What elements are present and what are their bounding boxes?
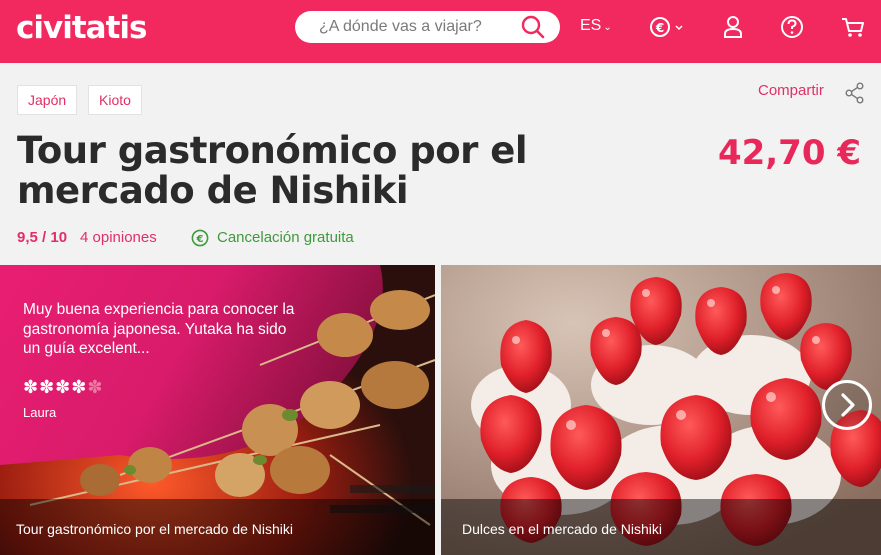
tour-price: 42,70 € bbox=[717, 133, 861, 173]
share-icon[interactable] bbox=[845, 82, 865, 104]
language-selector[interactable]: ES ⌄ bbox=[580, 17, 612, 35]
image-caption: Dulces en el mercado de Nishiki bbox=[462, 521, 662, 537]
svg-text:€: € bbox=[196, 234, 204, 245]
caption-bar: Tour gastronómico por el mercado de Nish… bbox=[0, 499, 435, 555]
breadcrumb-city[interactable]: Kioto bbox=[88, 85, 142, 115]
top-navigation-bar: civitatis ¿A dónde vas a viajar? ES ⌄ € bbox=[0, 0, 881, 63]
gallery-image-1[interactable]: Muy buena experiencia para conocer la ga… bbox=[0, 265, 435, 555]
image-caption: Tour gastronómico por el mercado de Nish… bbox=[16, 521, 294, 537]
rating-score: 9,5 / 10 bbox=[17, 229, 68, 246]
chevron-down-icon bbox=[675, 25, 683, 31]
search-placeholder: ¿A dónde vas a viajar? bbox=[319, 18, 482, 35]
user-icon[interactable] bbox=[720, 13, 746, 41]
currency-selector[interactable]: € bbox=[650, 13, 686, 41]
euro-circle-icon: € bbox=[191, 229, 209, 247]
review-quote: Muy buena experiencia para conocer la ga… bbox=[23, 301, 295, 357]
help-icon[interactable] bbox=[779, 13, 805, 41]
star-empty-icon: ✽ bbox=[87, 377, 104, 397]
euro-icon: € bbox=[650, 17, 670, 37]
chevron-right-icon bbox=[841, 393, 855, 417]
next-image-button[interactable] bbox=[822, 380, 872, 430]
review-stars: ✽✽✽✽✽ bbox=[23, 377, 103, 398]
tour-title-line-2: mercado de Nishiki bbox=[17, 169, 409, 212]
search-input[interactable]: ¿A dónde vas a viajar? bbox=[295, 11, 560, 43]
svg-text:€: € bbox=[655, 21, 664, 35]
breadcrumb-country[interactable]: Japón bbox=[17, 85, 78, 115]
civitatis-logo[interactable]: civitatis bbox=[16, 10, 147, 46]
share-button[interactable]: Compartir bbox=[758, 82, 824, 99]
search-icon[interactable] bbox=[520, 14, 546, 40]
gallery-image-2[interactable]: Dulces en el mercado de Nishiki bbox=[441, 265, 881, 555]
star-filled-icons: ✽✽✽✽ bbox=[23, 377, 88, 397]
tour-title-line-1: Tour gastronómico por el bbox=[17, 129, 528, 172]
cart-icon[interactable] bbox=[840, 13, 866, 41]
language-label: ES bbox=[580, 17, 602, 34]
reviews-link[interactable]: 4 opiniones bbox=[80, 229, 157, 246]
review-author: Laura bbox=[23, 405, 57, 420]
free-cancellation-label: Cancelación gratuita bbox=[217, 229, 354, 246]
chevron-down-icon: ⌄ bbox=[603, 22, 612, 33]
tour-title: Tour gastronómico por el mercado de Nish… bbox=[17, 131, 637, 211]
caption-bar: Dulces en el mercado de Nishiki bbox=[441, 499, 881, 555]
